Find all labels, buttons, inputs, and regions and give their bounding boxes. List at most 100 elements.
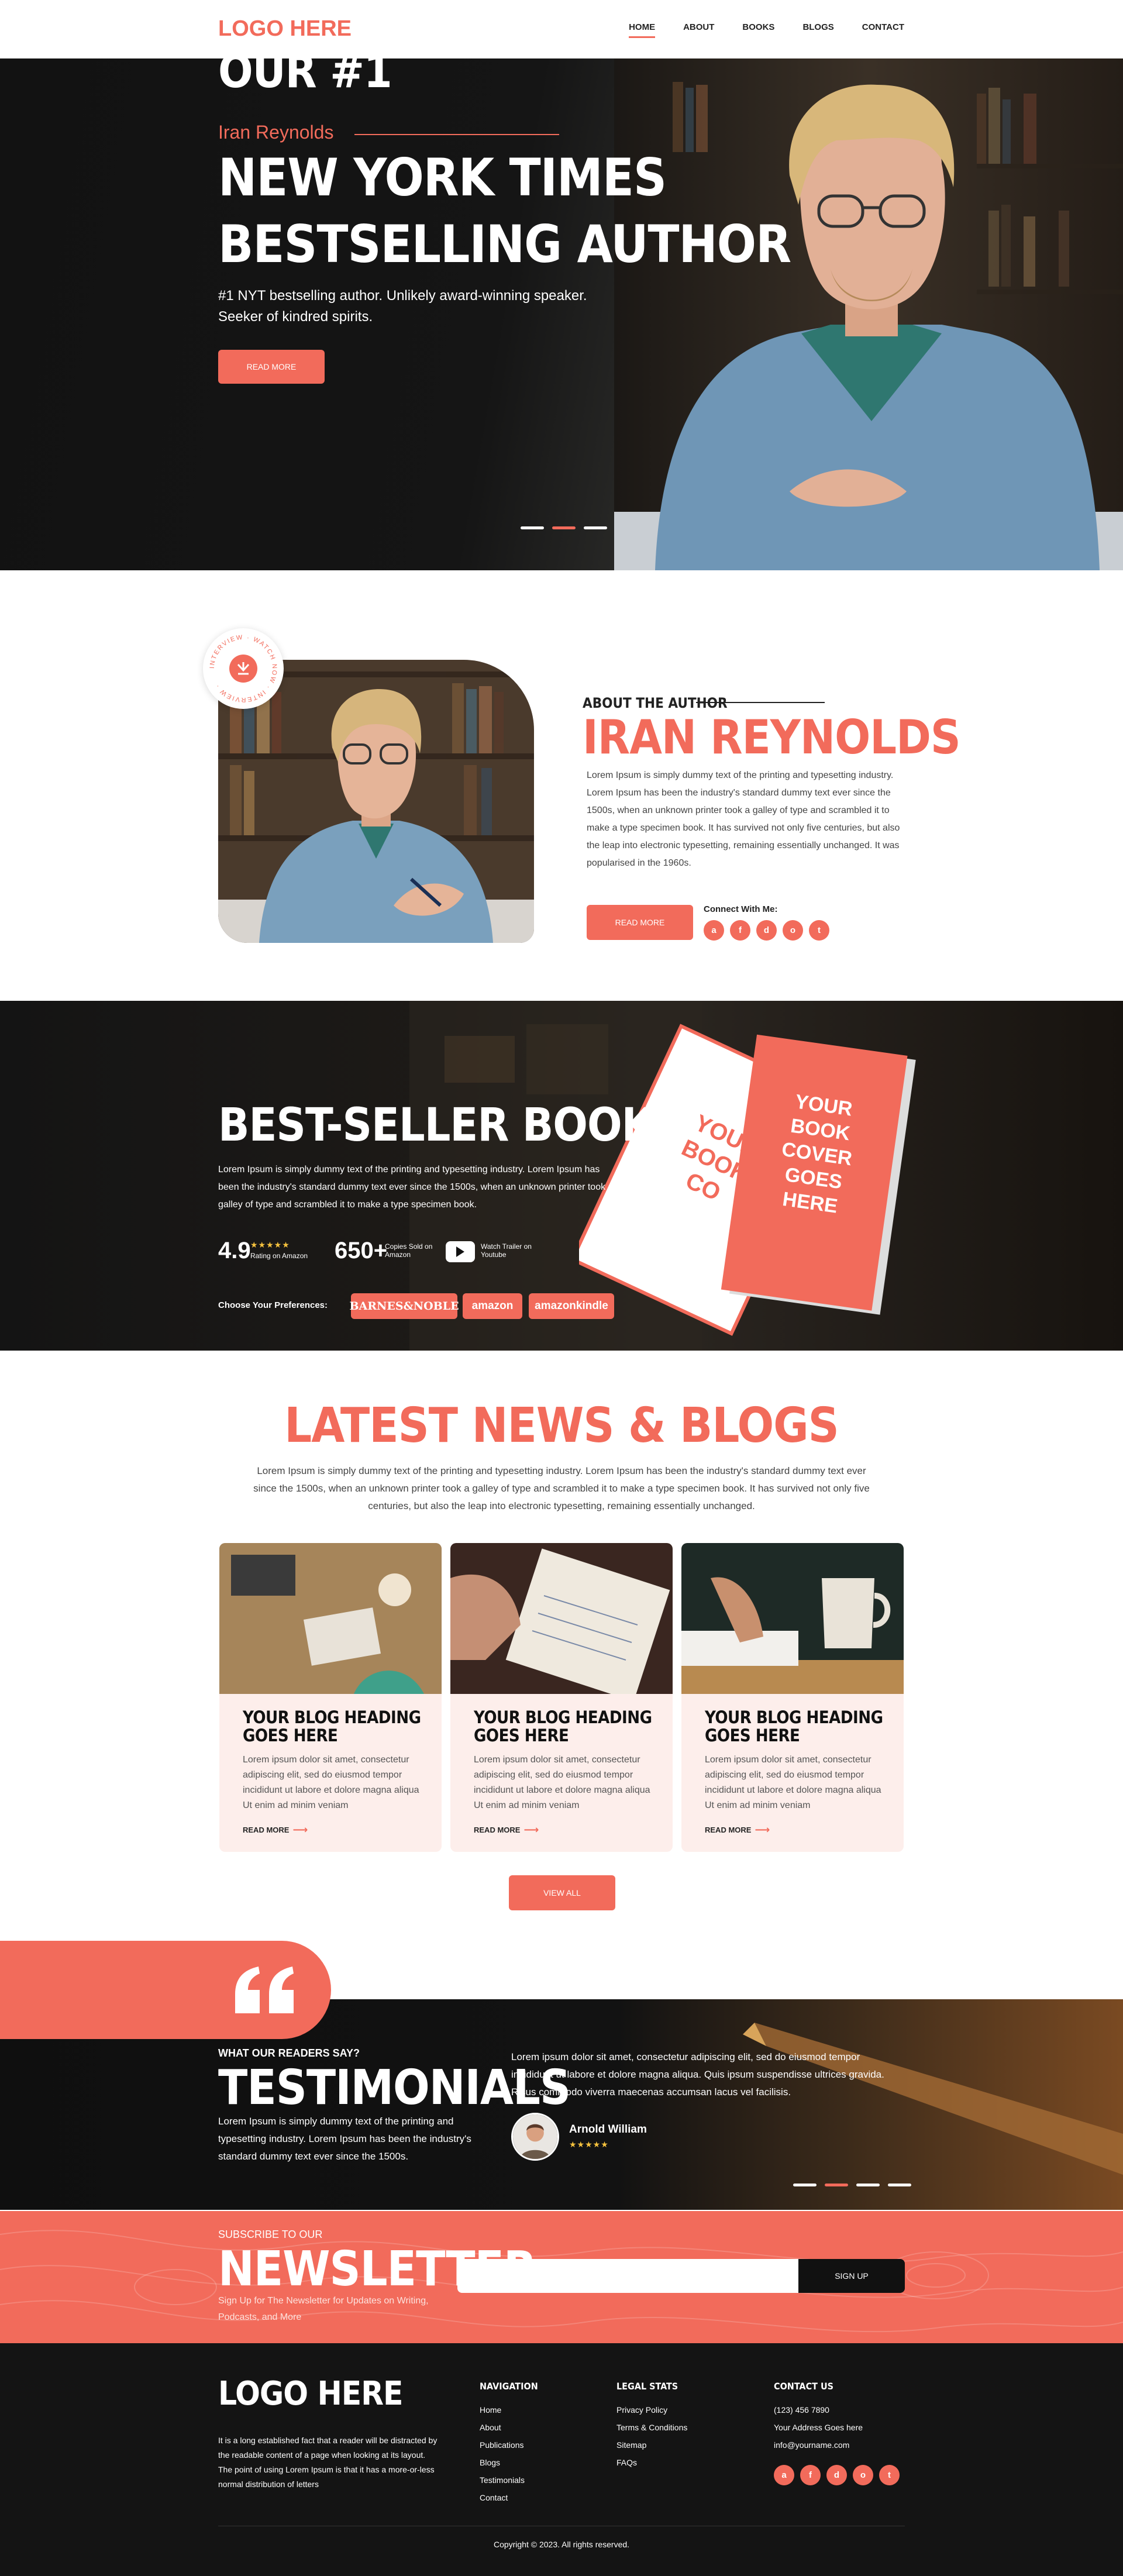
about-label-line xyxy=(696,702,825,703)
read-more-label: READ MORE xyxy=(243,1826,290,1834)
page: LOGO HERE HOME ABOUT BOOKS BLOGS CONTACT xyxy=(0,0,1123,2576)
footer-legal: LEGAL STATS Privacy Policy Terms & Condi… xyxy=(616,2381,687,2471)
newsletter-email-input[interactable] xyxy=(457,2259,798,2293)
blog-card-3[interactable]: YOUR BLOG HEADING GOES HERE Lorem ipsum … xyxy=(681,1543,904,1852)
tiktok-icon[interactable]: d xyxy=(756,920,777,941)
footer-contact-title: CONTACT US xyxy=(774,2381,834,2392)
footer-link-home[interactable]: Home xyxy=(480,2401,538,2419)
blog-image-1 xyxy=(219,1543,442,1694)
rating-value: 4.9 xyxy=(218,1238,251,1263)
footer-phone[interactable]: (123) 456 7890 xyxy=(774,2401,863,2419)
quote-icon xyxy=(235,1967,294,2013)
hero-author-photo xyxy=(614,58,1123,570)
instagram-icon[interactable]: o xyxy=(853,2465,873,2485)
facebook-icon[interactable]: f xyxy=(730,920,750,941)
hero-subtitle-line xyxy=(354,134,559,135)
testimonial-pen-image xyxy=(743,2023,1123,2175)
footer-email[interactable]: info@yourname.com xyxy=(774,2436,863,2454)
hero-title-line1: NEW YORK TIMES xyxy=(218,147,667,208)
blog-heading-3b: GOES HERE xyxy=(705,1726,800,1745)
copies-label: Copies Sold on Amazon xyxy=(385,1242,433,1259)
store-barnes-noble[interactable]: BARNES&NOBLE xyxy=(349,1293,459,1319)
nav-blogs[interactable]: BLOGS xyxy=(802,22,833,32)
footer-link-publications[interactable]: Publications xyxy=(480,2436,538,2454)
newsletter-description: Sign Up for The Newsletter for Updates o… xyxy=(218,2296,429,2322)
bestseller-title-line1: OUR #1 xyxy=(218,46,392,98)
tiktok-icon[interactable]: d xyxy=(826,2465,847,2485)
twitter-icon[interactable]: t xyxy=(809,920,829,941)
rating-stars: ★★★★★ xyxy=(250,1240,290,1249)
nav-books[interactable]: BOOKS xyxy=(742,22,774,32)
testimonial-name: Arnold William xyxy=(569,2123,647,2136)
amazon-icon[interactable]: a xyxy=(774,2465,794,2485)
footer-link-contact[interactable]: Contact xyxy=(480,2489,538,2506)
footer-link-privacy[interactable]: Privacy Policy xyxy=(616,2401,687,2419)
arrow-right-icon: ⟶ xyxy=(292,1824,308,1835)
connect-label: Connect With Me: xyxy=(704,904,778,914)
footer-logo[interactable]: LOGO HERE xyxy=(218,2375,403,2413)
book-mockup: YOUR BOOK CO YOUR BOOK COVER GOES HERE xyxy=(579,1024,916,1336)
hero-slider-dots[interactable] xyxy=(521,526,607,529)
about-author-photo xyxy=(218,660,534,943)
youtube-play-icon[interactable] xyxy=(446,1241,475,1262)
blog-read-more-2[interactable]: READ MORE ⟶ xyxy=(474,1824,539,1836)
instagram-icon[interactable]: o xyxy=(783,920,803,941)
footer-contact: CONTACT US (123) 456 7890 Your Address G… xyxy=(774,2381,863,2454)
facebook-icon[interactable]: f xyxy=(800,2465,821,2485)
rating-label: Rating on Amazon xyxy=(250,1252,308,1260)
bestseller-description: Lorem Ipsum is simply dummy text of the … xyxy=(218,1165,614,1210)
blog-text-2: Lorem ipsum dolor sit amet, consectetur … xyxy=(474,1755,650,1810)
site-header: LOGO HERE HOME ABOUT BOOKS BLOGS CONTACT xyxy=(0,0,1123,58)
trailer-label[interactable]: Watch Trailer on Youtube xyxy=(481,1242,539,1259)
watch-interview-badge[interactable]: INTERVIEW · WATCH NOW · INTERVIEW · xyxy=(203,628,284,709)
footer-link-faqs[interactable]: FAQs xyxy=(616,2454,687,2471)
about-text: Lorem Ipsum is simply dummy text of the … xyxy=(587,770,900,868)
about-author-name: IRAN REYNOLDS xyxy=(583,710,961,764)
footer-navigation-title: NAVIGATION xyxy=(480,2381,538,2392)
footer-link-blogs[interactable]: Blogs xyxy=(480,2454,538,2471)
copies-value: 650+ xyxy=(335,1238,388,1263)
footer-navigation: NAVIGATION Home About Publications Blogs… xyxy=(480,2381,538,2506)
view-all-button[interactable]: VIEW ALL xyxy=(509,1875,615,1910)
blog-heading-2a: YOUR BLOG HEADING xyxy=(474,1707,652,1727)
blog-text-1: Lorem ipsum dolor sit amet, consectetur … xyxy=(243,1755,419,1810)
nav-contact[interactable]: CONTACT xyxy=(862,22,904,32)
blog-read-more-3[interactable]: READ MORE ⟶ xyxy=(705,1824,770,1836)
logo[interactable]: LOGO HERE xyxy=(218,16,352,42)
nav-about[interactable]: ABOUT xyxy=(683,22,714,32)
about-social-links: a f d o t xyxy=(704,920,829,941)
blog-image-3 xyxy=(681,1543,904,1694)
blog-card-1[interactable]: YOUR BLOG HEADING GOES HERE Lorem ipsum … xyxy=(219,1543,442,1852)
about-read-more-button[interactable]: READ MORE xyxy=(587,905,693,940)
read-more-label: READ MORE xyxy=(474,1826,521,1834)
blog-heading-3a: YOUR BLOG HEADING xyxy=(705,1707,883,1727)
about-label: ABOUT THE AUTHOR xyxy=(583,695,728,711)
hero-read-more-button[interactable]: READ MORE xyxy=(218,350,325,384)
footer-link-terms[interactable]: Terms & Conditions xyxy=(616,2419,687,2436)
read-more-label: READ MORE xyxy=(705,1826,752,1834)
twitter-icon[interactable]: t xyxy=(879,2465,900,2485)
blog-read-more-1[interactable]: READ MORE ⟶ xyxy=(243,1824,308,1836)
blog-text-3: Lorem ipsum dolor sit amet, consectetur … xyxy=(705,1755,881,1810)
main-nav: HOME ABOUT BOOKS BLOGS CONTACT xyxy=(629,22,904,38)
footer-link-about[interactable]: About xyxy=(480,2419,538,2436)
amazon-icon[interactable]: a xyxy=(704,920,724,941)
footer-link-testimonials[interactable]: Testimonials xyxy=(480,2471,538,2489)
copyright: Copyright © 2023. All rights reserved. xyxy=(493,2540,630,2549)
testimonials-description: Lorem Ipsum is simply dummy text of the … xyxy=(218,2116,471,2162)
sign-up-button[interactable]: SIGN UP xyxy=(798,2259,905,2293)
blogs-title: LATEST NEWS & BLOGS xyxy=(284,1398,839,1454)
nav-home[interactable]: HOME xyxy=(629,22,656,38)
footer-social-links: a f d o t xyxy=(774,2465,900,2485)
blog-heading-2b: GOES HERE xyxy=(474,1726,569,1745)
footer-link-sitemap[interactable]: Sitemap xyxy=(616,2436,687,2454)
testimonial-quote: Lorem ipsum dolor sit amet, consectetur … xyxy=(511,2051,884,2098)
footer-address: Your Address Goes here xyxy=(774,2423,863,2432)
hero-description: #1 NYT bestselling author. Unlikely awar… xyxy=(218,288,587,325)
store-amazon[interactable]: amazon xyxy=(463,1293,522,1319)
footer-text: It is a long established fact that a rea… xyxy=(218,2436,438,2489)
testimonial-stars: ★★★★★ xyxy=(569,2140,609,2149)
testimonial-slider-dots[interactable] xyxy=(793,2184,911,2186)
store-amazon-kindle[interactable]: amazonkindle xyxy=(529,1293,614,1319)
blog-card-2[interactable]: YOUR BLOG HEADING GOES HERE Lorem ipsum … xyxy=(450,1543,673,1852)
